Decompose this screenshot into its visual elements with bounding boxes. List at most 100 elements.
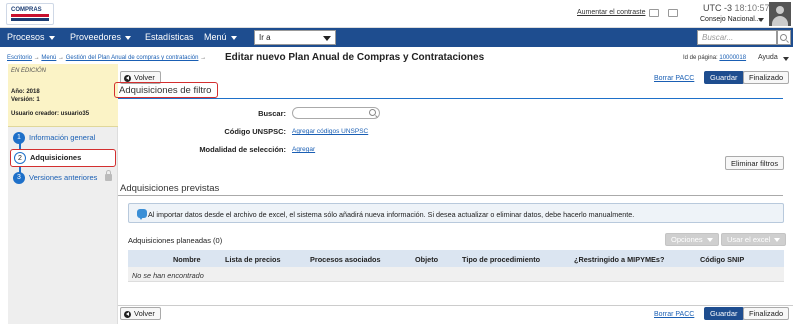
column-header[interactable]: Código SNIP [700, 255, 744, 264]
search-icon [369, 109, 376, 116]
options-button[interactable]: Opciones [665, 233, 719, 246]
step-number: 1 [13, 132, 25, 144]
search-input[interactable] [292, 107, 380, 119]
add-unspsc-link[interactable]: Agregar códigos UNSPSC [292, 128, 368, 135]
arrow-right-icon: → [200, 55, 207, 61]
modality-label: Modalidad de selección: [199, 145, 286, 154]
column-header[interactable]: Nombre [173, 255, 201, 264]
arrow-left-icon [126, 312, 129, 316]
save-button[interactable]: Guardar [704, 71, 744, 84]
chevron-down-icon [323, 36, 331, 41]
chat-bubble-icon [137, 209, 147, 220]
arrow-left-icon [126, 76, 129, 80]
plan-year: Año: 2018 [11, 89, 40, 95]
plan-status-box: EN EDICIÓN Año: 2018 Versión: 1 Usuario … [8, 64, 118, 127]
utc-label: UTC -3 [703, 3, 732, 13]
org-selector[interactable]: Consejo Nacional... [700, 16, 761, 23]
step-adquisiciones[interactable]: 2 Adquisiciones [10, 149, 116, 167]
step-label: Adquisiciones [30, 153, 82, 162]
step-versiones-anteriores[interactable]: 3 Versiones anteriores [10, 170, 116, 186]
page-title: Editar nuevo Plan Anual de Compras y Con… [225, 52, 485, 63]
nav-label: Procesos [7, 32, 45, 42]
breadcrumb: Escritorio → Menú → Gestión del Plan Anu… [7, 55, 206, 61]
arrow-right-icon: → [58, 55, 65, 61]
divider [118, 195, 783, 196]
contrast-link[interactable]: Aumentar el contraste [577, 9, 645, 16]
add-modality-link[interactable]: Agregar [292, 146, 315, 153]
logo-text: COMPRAS [11, 7, 42, 13]
calendar-icon[interactable] [668, 9, 678, 17]
goto-value: Ir a [259, 33, 271, 42]
breadcrumb-gestion[interactable]: Gestión del Plan Anual de compras y cont… [66, 55, 199, 61]
avatar[interactable] [769, 2, 791, 26]
filters-section-title: Adquisiciones de filtro [114, 82, 218, 98]
main-nav: Procesos Proveedores Estadísticas Menú [0, 28, 793, 47]
back-label: Volver [134, 73, 155, 82]
step-informacion-general[interactable]: 1 Información general [10, 130, 116, 146]
table-header: Nombre Lista de precios Procesos asociad… [128, 250, 784, 267]
plan-version: Versión: 1 [11, 97, 40, 103]
goto-select[interactable]: Ir a [254, 30, 336, 45]
clock: UTC -3 18:10:57 [703, 3, 770, 13]
help-label: Ayuda [758, 54, 778, 61]
column-header[interactable]: Objeto [415, 255, 438, 264]
info-message: Al importar datos desde el archivo de ex… [128, 203, 784, 223]
nav-item-procesos[interactable]: Procesos [7, 32, 55, 42]
page-id-link[interactable]: 10000018 [719, 55, 746, 61]
unspsc-label: Código UNSPSC: [224, 127, 286, 136]
step-label[interactable]: Versiones anteriores [29, 173, 97, 182]
nav-label: Menú [204, 32, 227, 42]
divider [118, 98, 783, 99]
logo-stripe-red [11, 14, 49, 17]
step-label[interactable]: Información general [29, 133, 95, 142]
chevron-down-icon [783, 57, 789, 61]
nav-item-menu[interactable]: Menú [204, 32, 237, 42]
page-id-label: Id de página: [683, 55, 718, 61]
page-id: Id de página: 10000018 [683, 55, 746, 61]
chevron-down-icon [48, 35, 55, 40]
breadcrumb-escritorio[interactable]: Escritorio [7, 55, 32, 61]
search-icon [780, 34, 787, 41]
chevron-down-icon [125, 35, 132, 40]
global-search-button[interactable] [777, 30, 791, 45]
avatar-body [772, 16, 788, 26]
breadcrumb-menu[interactable]: Menú [41, 55, 56, 61]
divider [118, 305, 793, 306]
column-header[interactable]: Tipo de procedimiento [462, 255, 540, 264]
table-row: No se han encontrado [128, 267, 784, 282]
column-header[interactable]: ¿Restringido a MIPYMEs? [574, 255, 664, 264]
help-menu[interactable]: Ayuda [758, 54, 789, 61]
use-excel-button[interactable]: Usar el excel [721, 233, 787, 246]
clear-filters-button[interactable]: Eliminar filtros [725, 156, 785, 170]
global-search-input[interactable]: Buscar... [697, 30, 777, 45]
logo-stripe-blue [11, 18, 49, 21]
nav-label: Estadísticas [145, 32, 194, 42]
column-header[interactable]: Lista de precios [225, 255, 281, 264]
info-text: Al importar datos desde el archivo de ex… [148, 210, 635, 219]
time: 18:10:57 [734, 3, 770, 13]
back-button-bottom[interactable]: Volver [120, 307, 161, 320]
avatar-head [776, 6, 784, 14]
mail-icon[interactable] [649, 9, 659, 17]
delete-pacc-link[interactable]: Borrar PACC [654, 75, 694, 82]
finish-button[interactable]: Finalizado [743, 71, 790, 84]
status-badge: EN EDICIÓN [11, 68, 47, 74]
options-label: Opciones [671, 235, 703, 244]
chevron-down-icon [230, 35, 237, 40]
compras-logo[interactable]: COMPRAS [6, 3, 54, 25]
arrow-right-icon: → [33, 55, 40, 61]
nav-item-estadisticas[interactable]: Estadísticas [145, 32, 194, 42]
save-button-bottom[interactable]: Guardar [704, 307, 744, 320]
plan-creator: Usuario creador: usuario35 [11, 111, 90, 117]
sidebar: EN EDICIÓN Año: 2018 Versión: 1 Usuario … [8, 64, 118, 324]
finish-button-bottom[interactable]: Finalizado [743, 307, 790, 320]
chevron-down-icon [774, 238, 781, 243]
column-header[interactable]: Procesos asociados [310, 255, 381, 264]
search-label: Buscar: [258, 109, 286, 118]
delete-pacc-link-bottom[interactable]: Borrar PACC [654, 311, 694, 318]
nav-label: Proveedores [70, 32, 122, 42]
lock-icon [105, 170, 112, 181]
nav-item-proveedores[interactable]: Proveedores [70, 32, 132, 42]
step-number: 2 [14, 152, 26, 164]
chevron-down-icon[interactable] [758, 18, 764, 22]
